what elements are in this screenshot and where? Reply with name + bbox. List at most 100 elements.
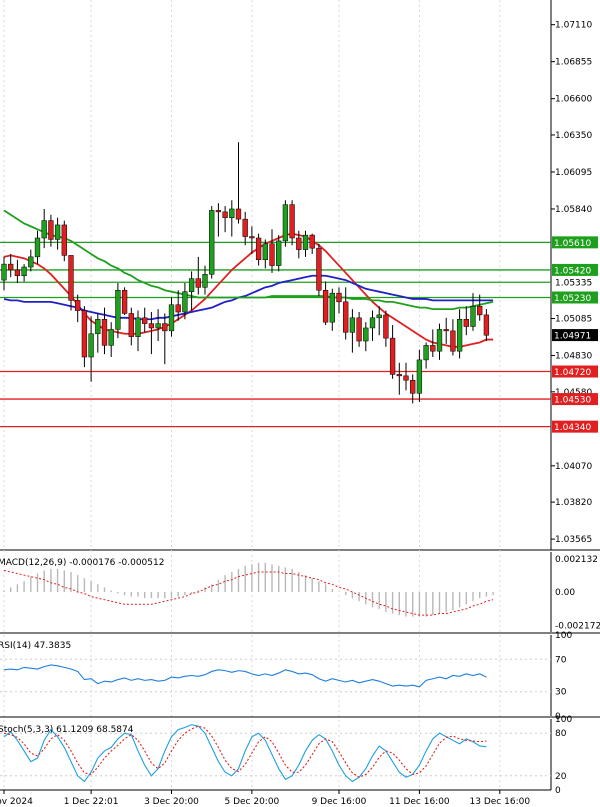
rsi-tick-label: 30 xyxy=(555,688,567,698)
level-tag-label: 1.05610 xyxy=(554,239,591,249)
candle-body xyxy=(34,237,41,258)
candle-body xyxy=(142,317,148,324)
stoch-tick-label: 20 xyxy=(555,772,567,782)
price-tick-label: 1.06600 xyxy=(555,95,592,105)
level-tag-label: 1.04340 xyxy=(554,423,591,433)
candle-body xyxy=(135,317,141,337)
candle-body xyxy=(282,204,289,242)
level-tag-label: 1.04720 xyxy=(554,368,591,378)
candle-body xyxy=(309,234,315,249)
candle-body xyxy=(8,263,14,271)
candle-body xyxy=(477,305,483,316)
candle-body xyxy=(21,266,27,276)
candle-body xyxy=(175,304,181,313)
stoch-tick-label: 80 xyxy=(555,729,567,739)
candle-body xyxy=(443,329,449,332)
price-tick-label: 1.04830 xyxy=(555,352,592,362)
candle-body xyxy=(450,330,456,352)
candle-body xyxy=(430,345,436,352)
candle-body xyxy=(463,319,469,327)
x-tick-label: 11 Dec 16:00 xyxy=(389,797,450,807)
candle-body xyxy=(222,211,228,218)
candle-body xyxy=(95,319,101,335)
candle-body xyxy=(329,292,335,323)
candle-body xyxy=(121,289,128,314)
candle-body xyxy=(389,337,396,375)
candle-body xyxy=(115,289,121,330)
candle-body xyxy=(1,263,7,281)
candle-body xyxy=(88,333,94,358)
candle-body xyxy=(316,247,322,291)
candle-body xyxy=(249,236,255,239)
x-tick-label: 27 Nov 2024 xyxy=(0,797,33,807)
candle-body xyxy=(383,314,389,339)
candle-body xyxy=(296,237,302,250)
chart-svg: 1.07110 1.06855 1.06600 1.06350 1.06095 1.058… xyxy=(0,0,600,807)
x-tick-label: 3 Dec 20:00 xyxy=(144,797,199,807)
candle-body xyxy=(54,224,61,240)
price-tick-label: 1.03820 xyxy=(555,498,592,508)
x-tick-label: 13 Dec 16:00 xyxy=(470,797,531,807)
candle-body xyxy=(28,256,34,268)
price-tick-label: 1.06350 xyxy=(555,131,592,141)
candle-body xyxy=(403,375,409,381)
candle-body xyxy=(322,289,329,323)
candle-body xyxy=(416,359,423,394)
candle-body xyxy=(81,310,88,358)
candle-body xyxy=(14,269,21,276)
candle-body xyxy=(269,243,275,266)
x-tick-label: 1 Dec 22:01 xyxy=(64,797,119,807)
candle-body xyxy=(215,210,222,213)
candle-body xyxy=(48,220,54,240)
macd-label: MACD(12,26,9) -0.000176 -0.000512 xyxy=(0,558,164,568)
price-tick-label: 1.04070 xyxy=(555,462,592,472)
level-tag-label: 1.05230 xyxy=(554,294,591,304)
candle-body xyxy=(101,319,108,346)
macd-tick-label: 0.002132 xyxy=(555,555,598,565)
candle-body xyxy=(155,323,161,329)
candle-body xyxy=(255,237,262,261)
rsi-tick-label: 70 xyxy=(555,655,567,665)
candle-body xyxy=(289,204,295,239)
candle-body xyxy=(188,278,195,292)
stoch-tick-label: 100 xyxy=(555,715,572,725)
candle-body xyxy=(410,379,416,394)
stoch-tick-label: 0 xyxy=(555,786,561,796)
stoch-label: Stoch(5,3,3) 61.1209 68.5874 xyxy=(0,725,134,735)
candle-body xyxy=(41,220,47,239)
candle-body xyxy=(235,208,242,220)
candle-body xyxy=(396,374,402,377)
candle-body xyxy=(108,329,114,346)
candle-body xyxy=(376,314,382,319)
x-tick-label: 5 Dec 20:00 xyxy=(224,797,279,807)
price-tick-label: 1.06855 xyxy=(555,58,592,68)
candle-body xyxy=(343,301,349,333)
candle-body xyxy=(75,300,81,311)
price-tick-label: 1.03565 xyxy=(555,535,592,545)
price-tick-label: 1.07110 xyxy=(555,21,592,31)
price-tick-label: 1.05085 xyxy=(555,315,592,325)
candle-body xyxy=(483,314,490,336)
candle-body xyxy=(369,317,376,329)
candle-body xyxy=(456,319,463,352)
rsi-label: RSI(14) 47.3835 xyxy=(0,641,71,651)
price-tick-label: 1.06095 xyxy=(555,168,592,178)
candle-body xyxy=(229,208,235,218)
candle-body xyxy=(356,317,362,342)
candle-body xyxy=(423,345,429,361)
candle-body xyxy=(61,224,67,256)
candle-body xyxy=(470,305,476,327)
candle-body xyxy=(68,255,74,301)
candle-body xyxy=(182,291,188,313)
candle-body xyxy=(162,323,168,332)
macd-tick-label: 0.00 xyxy=(555,588,575,598)
candle-body xyxy=(262,243,268,261)
candle-body xyxy=(302,234,309,250)
macd-tick-label: -0.002172 xyxy=(555,621,600,631)
current-price-label: 1.04971 xyxy=(554,332,591,342)
x-tick-label: 9 Dec 16:00 xyxy=(312,797,367,807)
candle-body xyxy=(276,240,282,266)
candle-body xyxy=(363,327,369,342)
candle-body xyxy=(349,317,356,333)
candle-body xyxy=(209,210,215,275)
